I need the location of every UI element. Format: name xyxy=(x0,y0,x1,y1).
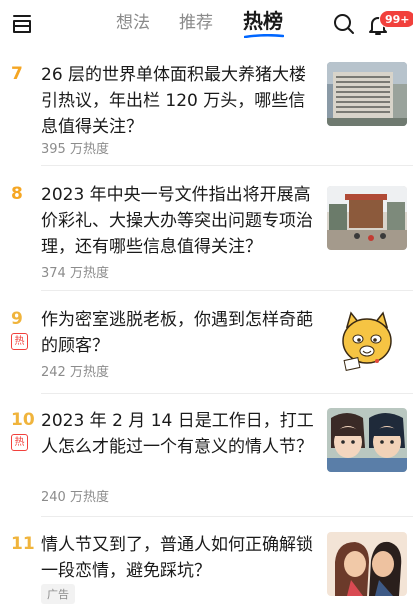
ad-tag: 广告 xyxy=(41,584,75,604)
item-title[interactable]: 26 层的世界单体面积最大养猪大楼引热议，年出栏 120 万头，哪些信息值得关注… xyxy=(41,62,319,140)
hot-tag: 热 xyxy=(11,434,28,451)
rank-number: 8 xyxy=(11,184,23,204)
heat-count: 242 万热度 xyxy=(41,365,109,380)
rank-number: 7 xyxy=(11,64,23,84)
divider xyxy=(41,393,413,394)
heat-count: 395 万热度 xyxy=(41,142,109,157)
item-title[interactable]: 2023 年中央一号文件指出将开展高价彩礼、大操大办等突出问题专项治理，还有哪些… xyxy=(41,182,319,260)
heat-count: 240 万热度 xyxy=(41,490,109,505)
street-scene-thumbnail[interactable] xyxy=(327,186,407,250)
item-title[interactable]: 2023 年 2 月 14 日是工作日，打工人怎么才能过一个有意义的情人节？ xyxy=(41,408,319,460)
couple-illustration-thumbnail[interactable] xyxy=(327,532,407,596)
notification-button[interactable]: 99+ xyxy=(366,10,413,38)
notification-badge: 99+ xyxy=(379,10,413,28)
tab-recommend[interactable]: 推荐 xyxy=(179,12,213,34)
divider xyxy=(41,516,413,517)
divider xyxy=(41,290,413,291)
rank-number: 9 xyxy=(11,309,23,329)
divider xyxy=(41,165,413,166)
rank-number: 10 xyxy=(11,410,35,430)
top-bar: 想法 推荐 热榜 99+ xyxy=(0,0,413,48)
hot-tag: 热 xyxy=(11,333,28,350)
pig-building-thumbnail[interactable] xyxy=(327,62,407,126)
search-icon[interactable] xyxy=(332,12,356,36)
tab-ideas[interactable]: 想法 xyxy=(116,12,150,34)
item-title[interactable]: 作为密室逃脱老板，你遇到怎样奇葩的顾客？ xyxy=(41,307,319,359)
anime-couple-thumbnail[interactable] xyxy=(327,408,407,472)
rank-number: 11 xyxy=(11,534,35,554)
tab-active-underline xyxy=(244,34,284,38)
heat-count: 374 万热度 xyxy=(41,266,109,281)
tab-hot-list[interactable]: 热榜 xyxy=(243,10,283,32)
cartoon-cat-thumbnail[interactable] xyxy=(327,309,407,373)
menu-icon[interactable] xyxy=(10,12,34,36)
item-title[interactable]: 情人节又到了，普通人如何正确解锁一段恋情，避免踩坑？ xyxy=(41,532,319,584)
